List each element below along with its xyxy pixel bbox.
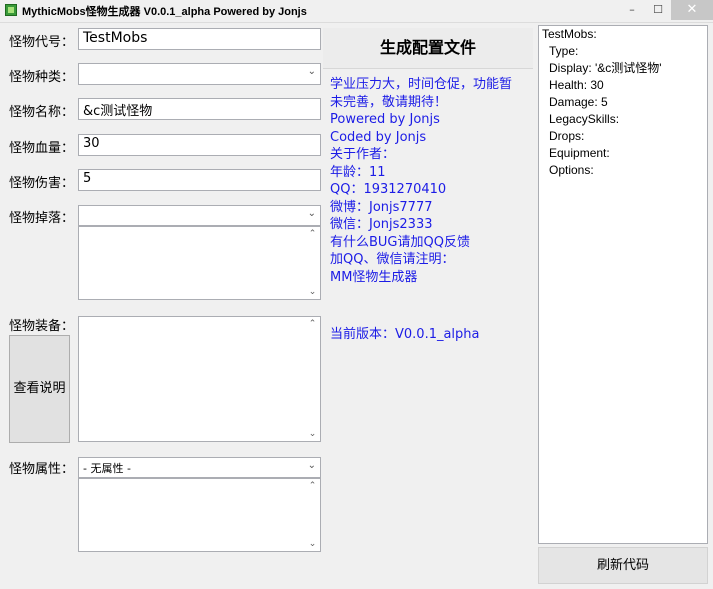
info-line: Coded by Jonjs [330,129,427,145]
info-line: 加QQ、微信请注明： [330,252,455,267]
drops-scrollbar[interactable]: ⌃ ⌄ [305,227,320,299]
info-line: 未完善，敬请期待！ [330,94,448,110]
title-bar: MythicMobs怪物生成器 V0.0.1_alpha Powered by … [0,0,713,23]
close-button[interactable]: ✕ [671,0,713,20]
chevron-down-icon: ⌄ [307,208,316,219]
output-line: Drops: [549,129,585,143]
view-help-button[interactable]: 查看说明 [9,335,70,443]
info-line: 微信：Jonjs2333 [330,217,433,232]
info-line: Powered by Jonjs [330,112,440,127]
mob-type-select[interactable]: ⌄ [78,63,321,85]
scroll-up-icon[interactable]: ⌃ [305,481,320,491]
mob-drops-select[interactable]: ⌄ [78,205,321,226]
mob-damage-input[interactable]: 5 [78,169,321,191]
output-line: LegacySkills: [549,112,620,126]
maximize-button[interactable]: ☐ [645,0,671,20]
refresh-code-button[interactable]: 刷新代码 [538,547,708,584]
mob-name-label: 怪物名称： [9,105,75,120]
mob-drops-textarea[interactable]: ⌃ ⌄ [78,226,321,300]
chevron-down-icon: ⌄ [307,66,316,77]
chevron-down-icon: ⌄ [307,460,316,471]
info-line: MM怪物生成器 [330,269,418,285]
info-line: 有什么BUG请加QQ反馈 [330,234,470,250]
output-line: Damage: 5 [549,95,608,109]
version-text: 当前版本：V0.0.1_alpha [330,327,480,342]
generated-code-output[interactable]: TestMobs: Type: Display: '&c测试怪物' Health… [538,25,708,544]
mob-attributes-label: 怪物属性： [9,462,75,477]
output-line: TestMobs: [542,27,597,41]
mob-attributes-textarea[interactable]: ⌃ ⌄ [78,478,321,552]
scroll-up-icon[interactable]: ⌃ [305,229,320,239]
scroll-down-icon[interactable]: ⌄ [305,539,320,549]
output-line: Options: [549,163,594,177]
scroll-up-icon[interactable]: ⌃ [305,319,320,329]
output-line: Display: '&c测试怪物' [549,61,662,75]
mob-name-input[interactable]: &c测试怪物 [78,98,321,120]
output-line: Type: [549,44,579,58]
mob-equipment-textarea[interactable]: ⌃ ⌄ [78,316,321,442]
mob-health-label: 怪物血量： [9,141,75,156]
mob-health-input[interactable]: 30 [78,134,321,156]
mob-damage-label: 怪物伤害： [9,176,75,191]
scroll-down-icon[interactable]: ⌄ [305,429,320,439]
output-line: Equipment: [549,146,610,160]
window-title: MythicMobs怪物生成器 V0.0.1_alpha Powered by … [22,6,307,18]
info-line: QQ：1931270410 [330,182,447,197]
info-text-block: 学业压力大，时间仓促，功能暂 未完善，敬请期待！ Powered by Jonj… [330,76,535,286]
attributes-scrollbar[interactable]: ⌃ ⌄ [305,479,320,551]
mob-attributes-select[interactable]: - 无属性 - ⌄ [78,457,321,478]
info-line: 学业压力大，时间仓促，功能暂 [330,77,513,92]
minimize-button[interactable]: – [619,0,645,20]
equipment-scrollbar[interactable]: ⌃ ⌄ [305,317,320,441]
output-line: Health: 30 [549,78,604,92]
info-line: 微博：Jonjs7777 [330,199,433,215]
generate-config-button[interactable]: 生成配置文件 [323,28,533,69]
mob-id-label: 怪物代号： [9,35,75,50]
mob-drops-label: 怪物掉落： [9,211,75,226]
mob-attributes-value: - 无属性 - [83,462,131,475]
mob-type-label: 怪物种类： [9,70,75,85]
scroll-down-icon[interactable]: ⌄ [305,287,320,297]
app-icon [5,4,17,16]
mob-equipment-label: 怪物装备： [9,319,75,334]
info-line: 关于作者： [330,147,396,162]
mob-id-input[interactable]: TestMobs [78,28,321,50]
info-line: 年龄：11 [330,164,386,180]
